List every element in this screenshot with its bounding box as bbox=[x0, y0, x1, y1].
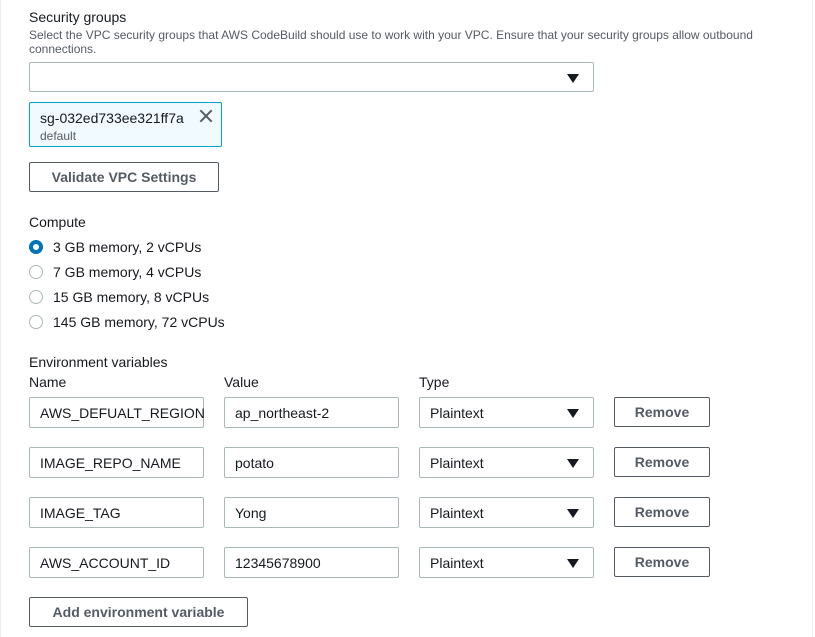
env-var-name-value: IMAGE_TAG bbox=[40, 505, 121, 521]
security-group-token-name: default bbox=[40, 129, 77, 143]
remove-button[interactable]: Remove bbox=[614, 397, 710, 427]
add-environment-variable-button[interactable]: Add environment variable bbox=[29, 597, 248, 627]
column-header-name: Name bbox=[29, 374, 67, 390]
compute-label: Compute bbox=[29, 214, 86, 230]
environment-variables-label: Environment variables bbox=[29, 354, 168, 370]
env-var-type-select[interactable]: Plaintext bbox=[419, 447, 594, 478]
env-var-type-select[interactable]: Plaintext bbox=[419, 547, 594, 578]
security-groups-description-line1: Select the VPC security groups that AWS … bbox=[29, 28, 753, 42]
env-var-name-value: AWS_ACCOUNT_ID bbox=[40, 555, 171, 571]
env-var-name-value: IMAGE_REPO_NAME bbox=[40, 455, 181, 471]
compute-option-label: 145 GB memory, 72 vCPUs bbox=[53, 314, 225, 330]
env-var-type-value: Plaintext bbox=[430, 405, 484, 421]
env-var-type-select[interactable]: Plaintext bbox=[419, 397, 594, 428]
env-var-value-input[interactable]: 12345678900 bbox=[224, 547, 399, 578]
security-group-token-id: sg-032ed733ee321ff7a bbox=[40, 110, 184, 126]
validate-vpc-settings-button[interactable]: Validate VPC Settings bbox=[29, 162, 219, 192]
caret-down-icon bbox=[567, 409, 579, 418]
env-var-name-input[interactable]: AWS_ACCOUNT_ID bbox=[29, 547, 204, 578]
compute-option-label: 15 GB memory, 8 vCPUs bbox=[53, 289, 210, 305]
caret-down-icon bbox=[567, 74, 579, 83]
env-var-type-value: Plaintext bbox=[430, 555, 484, 571]
compute-option-label: 7 GB memory, 4 vCPUs bbox=[53, 264, 202, 280]
security-groups-description: Select the VPC security groups that AWS … bbox=[29, 28, 789, 56]
compute-option-label: 3 GB memory, 2 vCPUs bbox=[53, 239, 202, 255]
env-var-name-input[interactable]: AWS_DEFUALT_REGION bbox=[29, 397, 205, 428]
security-groups-description-line2: connections. bbox=[29, 42, 97, 56]
close-icon[interactable] bbox=[197, 107, 215, 125]
env-var-value-value: ap_northeast-2 bbox=[235, 405, 330, 421]
env-var-type-value: Plaintext bbox=[430, 505, 484, 521]
env-var-value-input[interactable]: potato bbox=[224, 447, 399, 478]
radio-checked-icon[interactable] bbox=[29, 240, 43, 254]
remove-button[interactable]: Remove bbox=[614, 547, 710, 577]
security-groups-label: Security groups bbox=[29, 9, 127, 25]
env-var-value-input[interactable]: Yong bbox=[224, 497, 399, 528]
env-var-type-select[interactable]: Plaintext bbox=[419, 497, 594, 528]
security-group-token: sg-032ed733ee321ff7a default bbox=[29, 102, 222, 147]
env-var-type-value: Plaintext bbox=[430, 455, 484, 471]
env-var-name-input[interactable]: IMAGE_TAG bbox=[29, 497, 204, 528]
column-header-value: Value bbox=[224, 374, 259, 390]
radio-unchecked-icon[interactable] bbox=[29, 265, 43, 279]
env-var-value-value: 12345678900 bbox=[235, 555, 321, 571]
env-var-value-value: Yong bbox=[235, 505, 267, 521]
env-var-name-input[interactable]: IMAGE_REPO_NAME bbox=[29, 447, 204, 478]
security-groups-select[interactable] bbox=[29, 62, 594, 92]
env-var-name-value: AWS_DEFUALT_REGION bbox=[40, 405, 205, 421]
caret-down-icon bbox=[567, 459, 579, 468]
caret-down-icon bbox=[567, 559, 579, 568]
env-var-value-value: potato bbox=[235, 455, 274, 471]
remove-button[interactable]: Remove bbox=[614, 497, 710, 527]
column-header-type: Type bbox=[419, 374, 450, 390]
env-var-value-input[interactable]: ap_northeast-2 bbox=[224, 397, 399, 428]
radio-unchecked-icon[interactable] bbox=[29, 290, 43, 304]
radio-unchecked-icon[interactable] bbox=[29, 315, 43, 329]
caret-down-icon bbox=[567, 509, 579, 518]
remove-button[interactable]: Remove bbox=[614, 447, 710, 477]
